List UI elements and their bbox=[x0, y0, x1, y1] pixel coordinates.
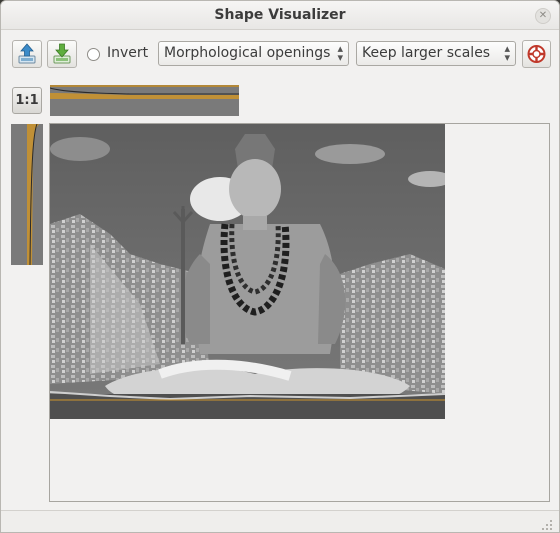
invert-label[interactable]: Invert bbox=[107, 45, 148, 61]
window-title: Shape Visualizer bbox=[214, 7, 346, 23]
spinner-arrows-icon: ▴ ▾ bbox=[504, 42, 510, 64]
main-window: Shape Visualizer ✕ Invert Morphological … bbox=[0, 0, 560, 533]
vertical-profile-graph bbox=[27, 124, 39, 265]
invert-radio[interactable] bbox=[87, 48, 100, 61]
resize-grip-icon[interactable] bbox=[541, 519, 553, 531]
help-button[interactable] bbox=[522, 40, 551, 68]
download-arrow-icon bbox=[53, 43, 71, 64]
horizontal-profile-graph bbox=[50, 85, 239, 99]
image-canvas[interactable] bbox=[49, 123, 550, 502]
upload-arrow-icon bbox=[18, 43, 36, 64]
title-bar[interactable]: Shape Visualizer ✕ bbox=[1, 1, 559, 30]
lifebuoy-icon bbox=[527, 45, 546, 63]
spinner-arrows-icon: ▴ ▾ bbox=[337, 42, 343, 64]
zoom-1to1-button[interactable]: 1:1 bbox=[12, 87, 42, 114]
vertical-profile-plot bbox=[11, 124, 43, 265]
scale-select-value: Keep larger scales bbox=[362, 45, 491, 61]
filter-select[interactable]: Morphological openings ▴ ▾ bbox=[158, 41, 349, 66]
horizontal-profile-plot bbox=[50, 85, 239, 116]
status-bar bbox=[1, 510, 559, 532]
processed-image bbox=[50, 124, 445, 419]
scale-select[interactable]: Keep larger scales ▴ ▾ bbox=[356, 41, 516, 66]
close-icon[interactable]: ✕ bbox=[535, 8, 551, 24]
filter-select-value: Morphological openings bbox=[164, 45, 331, 61]
save-button[interactable] bbox=[47, 40, 77, 68]
load-button[interactable] bbox=[12, 40, 42, 68]
